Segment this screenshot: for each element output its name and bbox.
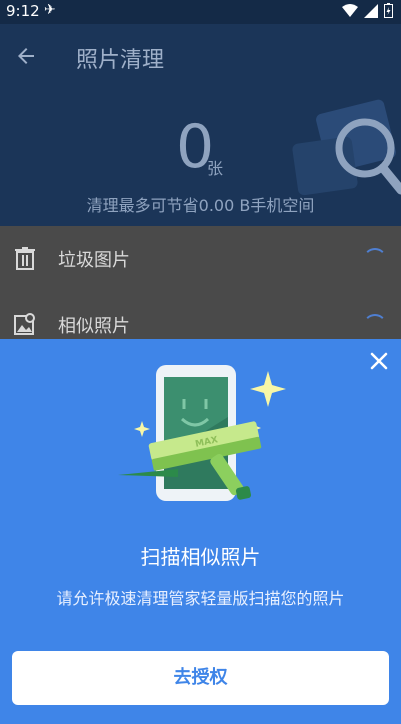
status-bar: 9:12 ✈ bbox=[0, 0, 401, 24]
loading-spinner-icon bbox=[363, 248, 387, 272]
trash-icon bbox=[15, 247, 35, 270]
battery-icon bbox=[384, 3, 393, 18]
authorize-button[interactable]: 去授权 bbox=[12, 651, 389, 705]
image-search-icon bbox=[14, 313, 35, 335]
sheet-description: 请允许极速清理管家轻量版扫描您的照片 bbox=[56, 589, 345, 608]
permission-bottom-sheet: MAX 扫描相似照片 请允许极速清理管家轻量版扫描您的照片 去授权 bbox=[0, 339, 401, 724]
wifi-icon bbox=[342, 3, 358, 17]
status-time: 9:12 bbox=[6, 2, 40, 20]
list-item-label: 垃圾图片 bbox=[58, 250, 130, 271]
status-icons bbox=[342, 3, 393, 18]
phone-cleaning-illustration: MAX bbox=[118, 365, 286, 501]
page-title: 照片清理 bbox=[76, 48, 165, 73]
sheet-title: 扫描相似照片 bbox=[140, 545, 261, 569]
back-arrow-icon[interactable] bbox=[14, 44, 38, 68]
list-item-label: 相似照片 bbox=[58, 316, 130, 337]
list-item-junk-photos[interactable]: 垃圾图片 bbox=[0, 226, 401, 292]
close-icon[interactable] bbox=[367, 349, 391, 373]
rocket-icon: ✈ bbox=[44, 2, 56, 18]
loading-spinner-icon bbox=[363, 314, 387, 338]
signal-icon bbox=[364, 3, 378, 18]
header: 照片清理 0 张 清理最多可节省0.00 B手机空间 bbox=[0, 24, 401, 224]
magnifier-photo-icon bbox=[292, 99, 401, 196]
count-unit: 张 bbox=[207, 159, 224, 178]
